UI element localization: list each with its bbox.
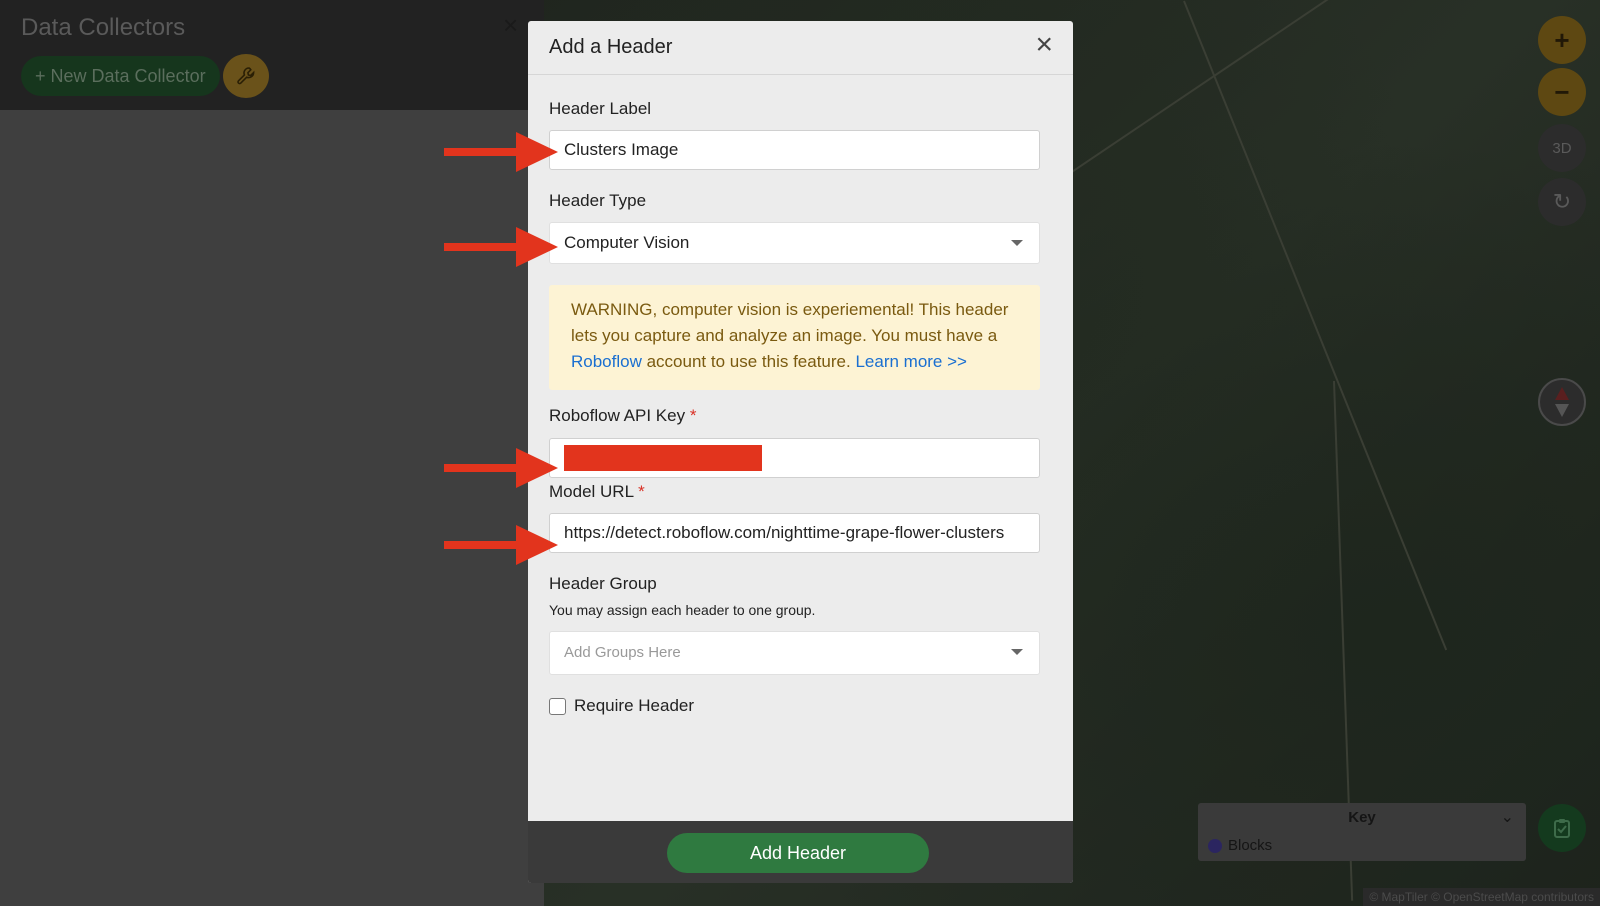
header-type-value: Computer Vision xyxy=(564,233,690,252)
annotation-arrow-icon xyxy=(444,448,558,488)
api-key-label: Roboflow API Key * xyxy=(549,406,696,426)
model-url-label-text: Model URL xyxy=(549,482,634,501)
zoom-out-button[interactable]: − xyxy=(1538,68,1586,116)
compass-button[interactable] xyxy=(1538,378,1586,426)
required-marker: * xyxy=(689,406,697,425)
modal-title: Add a Header xyxy=(549,36,673,58)
zoom-in-button[interactable]: + xyxy=(1538,16,1586,64)
close-icon[interactable]: × xyxy=(503,10,518,41)
sidebar-title: Data Collectors xyxy=(21,14,186,41)
header-type-select[interactable]: Computer Vision xyxy=(549,222,1040,264)
caret-down-icon xyxy=(1011,649,1023,655)
header-type-label: Header Type xyxy=(549,191,647,210)
api-key-label-text: Roboflow API Key xyxy=(549,406,686,425)
redaction-box xyxy=(564,445,762,471)
require-header-label: Require Header xyxy=(574,696,695,715)
3d-toggle-button[interactable]: 3D xyxy=(1538,124,1586,172)
sidebar-header: Data Collectors × + New Data Collector xyxy=(0,0,544,110)
clipboard-button[interactable] xyxy=(1538,804,1586,852)
map-key-panel: Key ⌄ Blocks xyxy=(1198,803,1526,861)
map-key-item-label: Blocks xyxy=(1228,837,1273,854)
model-url-label: Model URL * xyxy=(549,482,645,502)
annotation-arrow-icon xyxy=(444,525,558,565)
add-header-modal: Add a Header × Header Label Clusters Ima… xyxy=(528,21,1073,883)
modal-footer: Add Header xyxy=(528,821,1073,883)
roboflow-link[interactable]: Roboflow xyxy=(571,352,642,371)
caret-down-icon xyxy=(1011,240,1023,246)
map-attribution[interactable]: © MapTiler © OpenStreetMap contributors xyxy=(1363,888,1600,906)
header-group-label: Header Group xyxy=(549,574,657,593)
require-header-row[interactable]: Require Header xyxy=(549,696,694,716)
settings-button[interactable] xyxy=(223,54,269,98)
rotate-icon: ↻ xyxy=(1552,189,1572,214)
map-key-item: Blocks xyxy=(1208,837,1272,854)
compass-south-icon xyxy=(1555,404,1569,417)
header-group-placeholder: Add Groups Here xyxy=(564,644,681,661)
chevron-down-icon[interactable]: ⌄ xyxy=(1501,807,1514,827)
close-icon[interactable]: × xyxy=(1035,30,1053,60)
rotate-button[interactable]: ↻ xyxy=(1538,178,1586,226)
legend-dot-icon xyxy=(1208,838,1222,853)
header-group-helper: You may assign each header to one group. xyxy=(549,602,816,618)
header-group-select[interactable]: Add Groups Here xyxy=(549,631,1040,675)
wrench-icon xyxy=(237,67,255,85)
header-label-label: Header Label xyxy=(549,99,652,118)
map-key-title: Key xyxy=(1348,809,1376,826)
clipboard-icon xyxy=(1554,819,1570,838)
new-data-collector-button[interactable]: + New Data Collector xyxy=(21,56,220,96)
map-road xyxy=(1183,0,1448,651)
warning-text-continued: account to use this feature. xyxy=(641,352,856,371)
annotation-arrow-icon xyxy=(444,227,558,267)
model-url-input[interactable]: https://detect.roboflow.com/nighttime-gr… xyxy=(549,513,1040,553)
learn-more-link[interactable]: Learn more >> xyxy=(855,352,967,371)
compass-north-icon xyxy=(1555,387,1569,400)
new-data-collector-label: + New Data Collector xyxy=(35,65,206,86)
require-header-checkbox[interactable] xyxy=(549,697,566,715)
header-label-input[interactable]: Clusters Image xyxy=(549,130,1040,170)
annotation-arrow-icon xyxy=(444,132,558,172)
warning-text: WARNING, computer vision is experiementa… xyxy=(571,300,1009,345)
modal-header: Add a Header × xyxy=(528,21,1073,75)
add-header-button[interactable]: Add Header xyxy=(667,833,929,873)
api-key-input[interactable] xyxy=(549,438,1040,478)
required-marker: * xyxy=(638,482,645,501)
computer-vision-warning: WARNING, computer vision is experiementa… xyxy=(549,285,1040,390)
